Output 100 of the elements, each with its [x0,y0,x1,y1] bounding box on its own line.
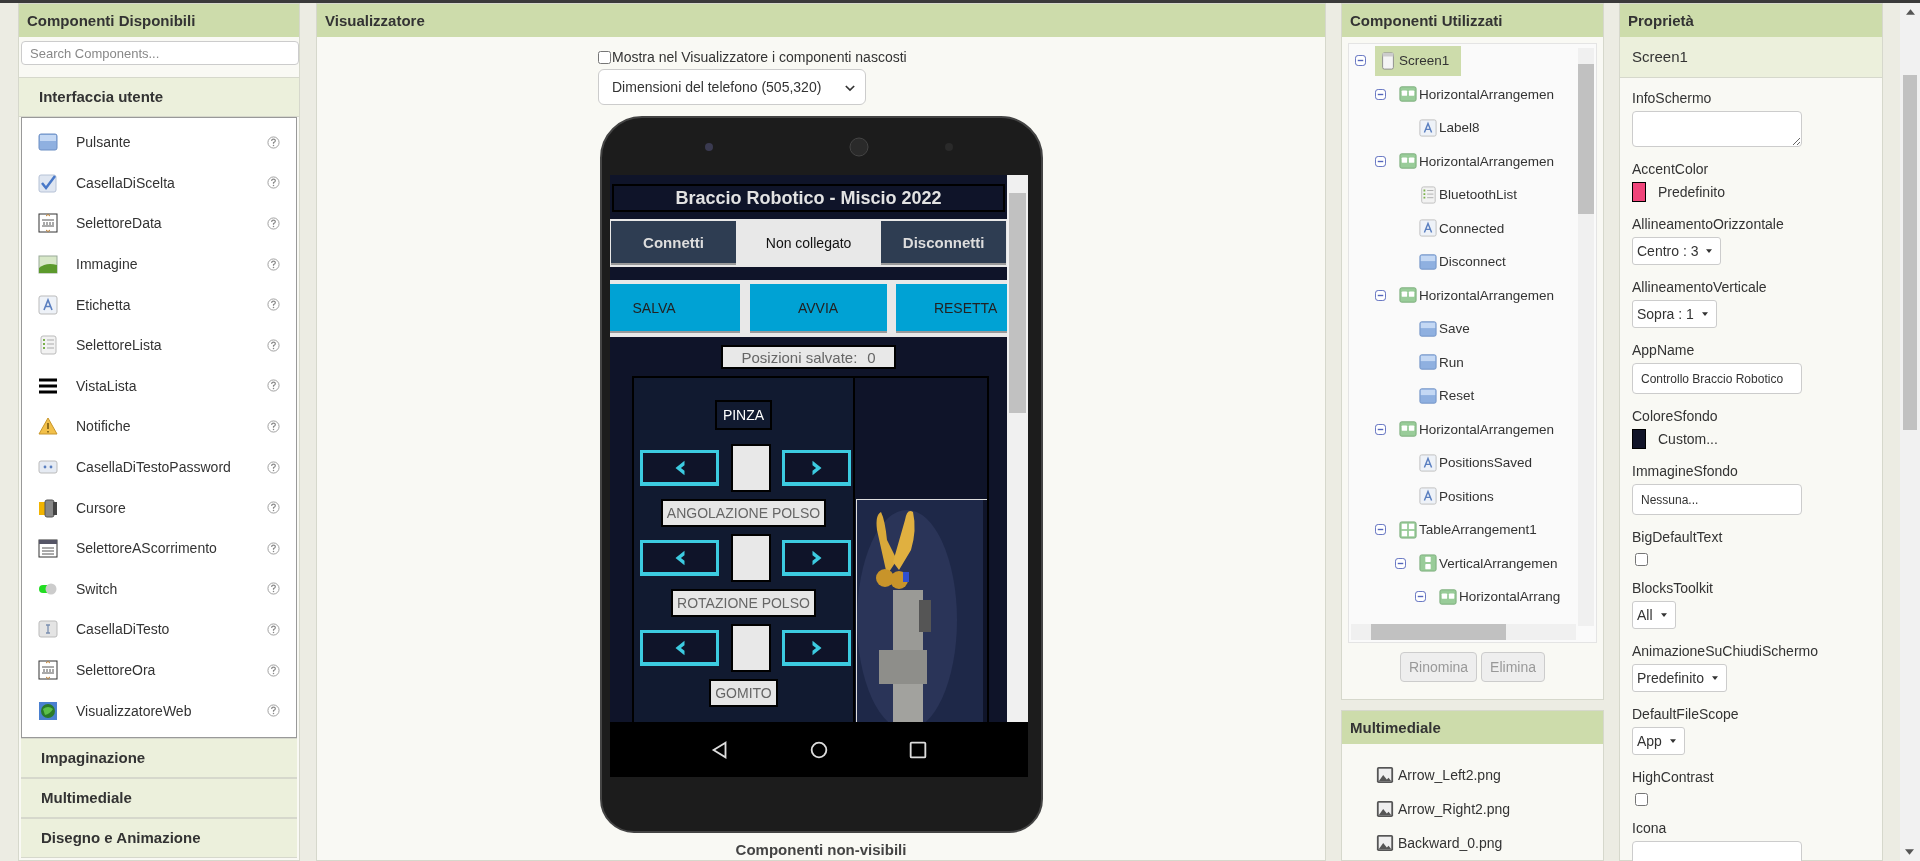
tree-item[interactable]: Run [1415,347,1466,378]
tree-item[interactable]: HorizontalArrangemen [1395,146,1557,177]
component-label[interactable]: SelettoreData [76,215,267,232]
property-label: AnimazioneSuChiudiSchermo [1632,642,1818,661]
component-label[interactable]: CasellaDiScelta [76,174,267,191]
input-field[interactable]: Controllo Braccio Robotico [1632,363,1802,394]
color-value[interactable]: Predefinito [1658,184,1725,200]
button-icon [38,132,58,153]
category-header[interactable]: Interfaccia utente [19,77,299,117]
tree-item[interactable]: HorizontalArrangemen [1395,414,1557,445]
file-name[interactable]: Backward_0.png [1398,835,1503,851]
category-header[interactable]: Impaginazione [21,737,297,778]
component-label[interactable]: Switch [76,580,267,597]
component-label[interactable]: CasellaDiTestoPassword [76,459,267,476]
scrollbar[interactable] [1900,3,1920,861]
component-label[interactable]: VisualizzatoreWeb [76,702,267,719]
tree-item[interactable]: HorizontalArrangemen [1395,280,1557,311]
collapse-toggle[interactable] [1395,557,1406,569]
file-name[interactable]: Arrow_Right2.png [1398,801,1511,817]
action-button[interactable]: RESETTA [896,284,1008,333]
tree-item[interactable]: Label8 [1415,112,1482,143]
collapse-toggle[interactable] [1375,423,1386,435]
property-dropdown[interactable]: Sopra : 1 [1632,300,1717,328]
category-header[interactable]: Multimediale [21,777,297,818]
scrollbar[interactable] [1007,175,1028,722]
disconnect-button[interactable]: Disconnetti [881,221,1007,265]
tree-item[interactable]: Screen1 [1375,45,1462,76]
checkbox[interactable] [1635,793,1648,806]
help-icon[interactable] [267,379,280,393]
help-icon[interactable] [267,419,280,433]
right-arrow-button[interactable] [782,540,851,576]
help-icon[interactable] [267,257,280,271]
property-dropdown[interactable]: Predefinito [1632,664,1727,692]
color-value[interactable]: Custom... [1658,431,1718,447]
checkbox-label[interactable]: Mostra nel Visualizzatore i componenti nascosti [612,49,907,65]
action-button[interactable]: AVVIA [749,284,887,333]
checkbox[interactable] [598,50,611,64]
tree-item[interactable]: TableArrangement1 [1395,514,1539,545]
component-label[interactable]: CasellaDiTesto [76,621,267,638]
right-arrow-button[interactable] [782,450,851,486]
category-header[interactable]: Disegno e Animazione [21,817,297,858]
tree-item[interactable]: Connected [1415,213,1507,244]
right-arrow-button[interactable] [782,630,851,666]
component-label[interactable]: Pulsante [76,134,267,151]
property-dropdown[interactable]: App [1632,727,1685,755]
scrollbar[interactable] [1578,48,1594,626]
component-label[interactable]: VistaLista [76,377,267,394]
tree-item[interactable]: Positions [1415,481,1496,512]
phone-size-dropdown[interactable]: Dimensioni del telefono (505,320) [598,69,866,105]
help-icon[interactable] [267,582,280,596]
checkbox[interactable] [1635,553,1648,566]
left-arrow-button[interactable] [640,540,719,576]
collapse-toggle[interactable] [1375,289,1386,301]
help-icon[interactable] [267,298,280,312]
input-field[interactable]: Nessuna... [1632,484,1802,515]
scrollbar[interactable] [1351,624,1576,640]
help-icon[interactable] [267,460,280,474]
search-field[interactable]: Search Components... [21,41,299,65]
component-label[interactable]: SelettoreOra [76,662,267,678]
help-icon[interactable] [267,501,280,515]
help-icon[interactable] [267,338,280,352]
help-icon[interactable] [267,176,280,190]
tree-item[interactable]: VerticalArrangemen [1415,548,1560,579]
tree-item[interactable]: PositionsSaved [1415,447,1535,478]
help-icon[interactable] [267,135,280,149]
tree-item[interactable]: HorizontalArrang [1435,581,1563,612]
connect-button[interactable]: Connetti [611,221,736,265]
help-icon[interactable] [267,663,280,677]
scroll-up-icon[interactable] [1905,9,1915,15]
action-button[interactable]: SALVA [610,284,740,333]
tree-item[interactable]: Reset [1415,380,1477,411]
collapse-toggle[interactable] [1355,55,1366,67]
help-icon[interactable] [267,541,280,555]
collapse-toggle[interactable] [1375,88,1386,100]
component-label[interactable]: Etichetta [76,296,267,313]
left-arrow-button[interactable] [640,630,719,666]
left-arrow-button[interactable] [640,450,719,486]
collapse-toggle[interactable] [1375,155,1386,167]
help-icon[interactable] [267,217,280,230]
property-dropdown[interactable]: Centro : 3 [1632,237,1722,265]
tree-item[interactable]: Disconnect [1415,246,1508,277]
collapse-toggle[interactable] [1375,524,1386,536]
component-label[interactable]: Immagine [76,256,267,273]
dropdown-icon [38,538,58,559]
component-label[interactable]: Cursore [76,499,267,516]
tree-item[interactable]: HorizontalArrangemen [1395,79,1557,110]
component-label[interactable]: Notifiche [76,418,267,435]
component-label[interactable]: SelettoreLista [76,337,267,354]
color-swatch[interactable] [1632,182,1646,202]
help-icon[interactable] [267,704,280,718]
property-dropdown[interactable]: All [1632,601,1676,629]
collapse-toggle[interactable] [1415,591,1426,603]
label-icon [38,294,58,315]
help-icon[interactable] [267,622,280,636]
tree-item[interactable]: Save [1415,313,1472,344]
file-name[interactable]: Arrow_Left2.png [1398,767,1501,783]
color-swatch[interactable] [1632,429,1646,449]
component-label[interactable]: SelettoreAScorrimento [76,540,267,557]
tree-item[interactable]: BluetoothList [1415,179,1520,210]
scroll-down-icon[interactable] [1905,849,1914,855]
